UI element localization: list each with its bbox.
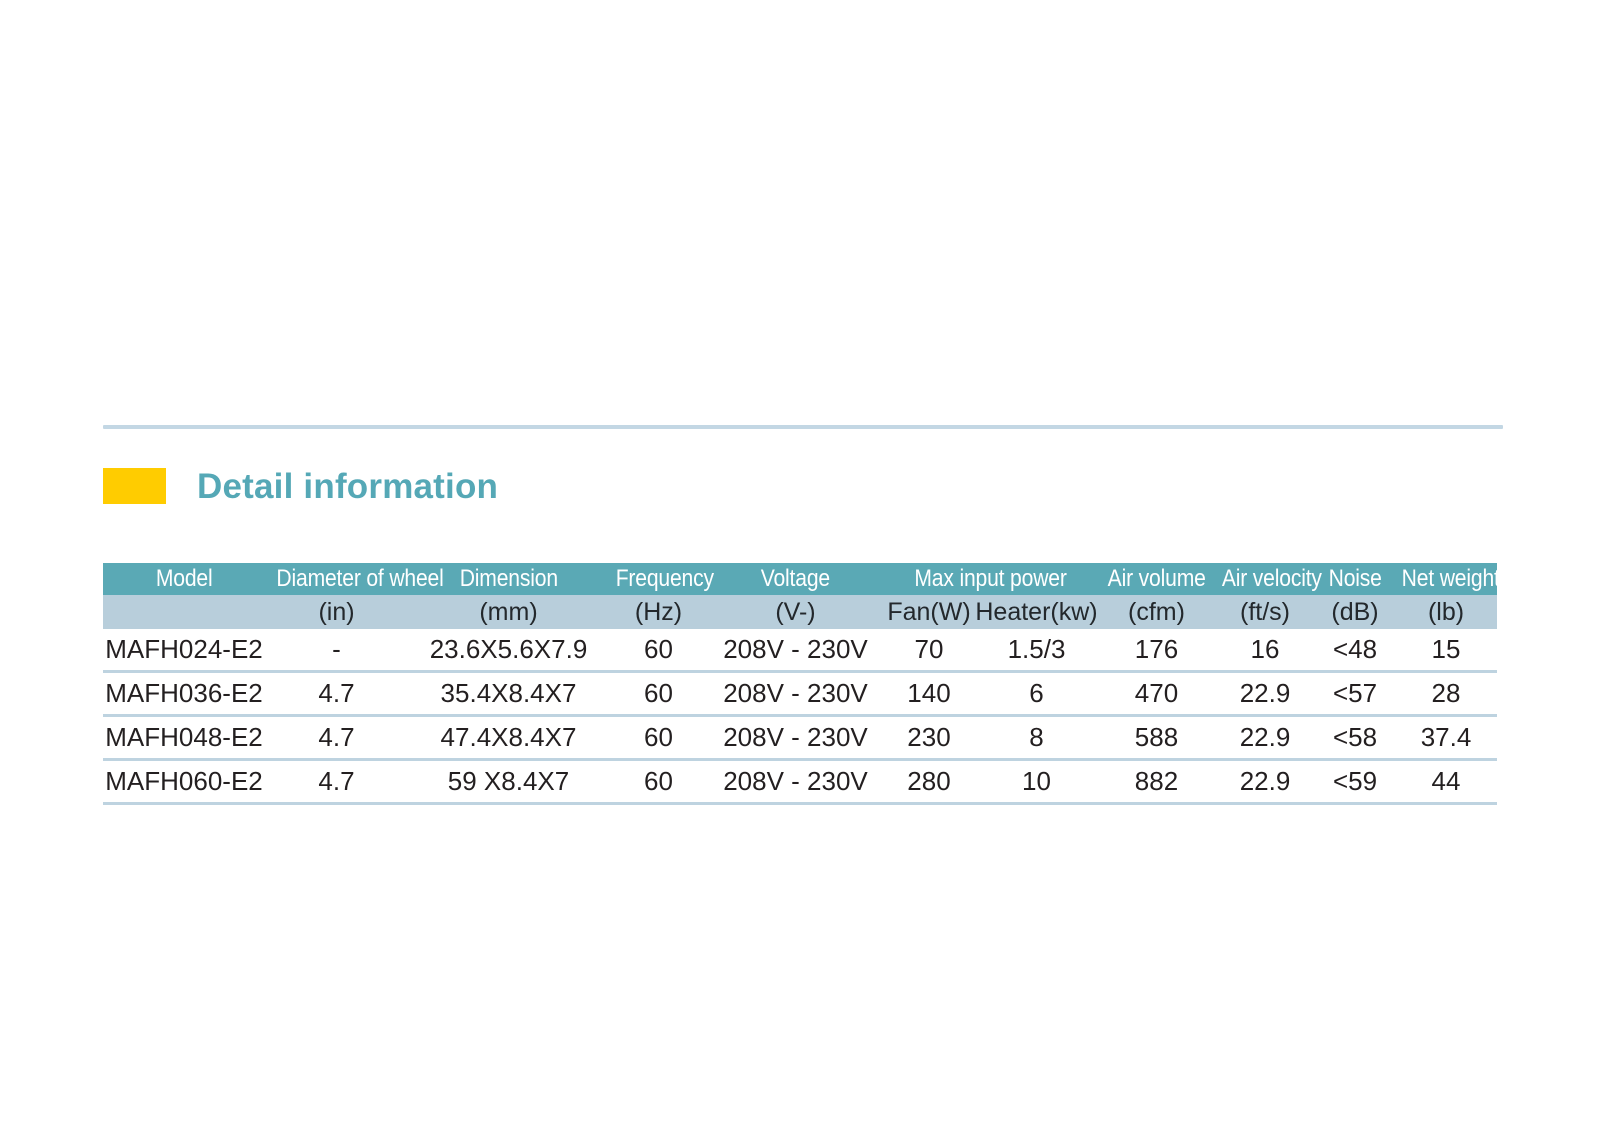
column-header-noise: Noise	[1315, 563, 1395, 595]
table-header-row-units: (in) (mm) (Hz) (V-) Fan(W) Heater(kw) (c…	[103, 595, 1497, 629]
cell-noise: <57	[1315, 671, 1395, 717]
cell-fan-power: 70	[883, 629, 975, 673]
cell-heater-power: 1.5/3	[975, 629, 1098, 673]
cell-model: MAFH048-E2	[103, 715, 265, 761]
column-header-air-velocity: Air velocity	[1215, 563, 1322, 595]
cell-air-volume: 176	[1098, 629, 1215, 673]
cell-heater-power: 8	[975, 715, 1098, 761]
cell-model: MAFH060-E2	[103, 759, 265, 805]
table-row: MAFH036-E2 4.7 35.4X8.4X7 60 208V - 230V…	[103, 671, 1497, 717]
cell-noise: <58	[1315, 715, 1395, 761]
cell-wheel: -	[265, 629, 408, 673]
unit-header-voltage: (V-)	[708, 595, 883, 629]
cell-dimension: 23.6X5.6X7.9	[408, 629, 609, 673]
column-header-air-volume: Air volume	[1098, 563, 1215, 595]
cell-model: MAFH024-E2	[103, 629, 265, 673]
column-header-net-weight: Net weight	[1395, 563, 1500, 595]
cell-air-volume: 588	[1098, 715, 1215, 761]
cell-model: MAFH036-E2	[103, 671, 265, 717]
cell-air-volume: 470	[1098, 671, 1215, 717]
table-row: MAFH048-E2 4.7 47.4X8.4X7 60 208V - 230V…	[103, 715, 1497, 761]
cell-air-velocity: 16	[1215, 629, 1315, 673]
cell-dimension: 47.4X8.4X7	[408, 715, 609, 761]
specification-table-container: Model Diameter of wheel Dimension Freque…	[103, 563, 1500, 805]
cell-fan-power: 230	[883, 715, 975, 761]
table-row: MAFH060-E2 4.7 59 X8.4X7 60 208V - 230V …	[103, 759, 1497, 805]
cell-net-weight: 15	[1395, 629, 1497, 673]
cell-air-velocity: 22.9	[1215, 759, 1315, 805]
table-header-row-group: Model Diameter of wheel Dimension Freque…	[103, 563, 1500, 595]
unit-header-diameter-of-wheel: (in)	[265, 595, 408, 629]
cell-dimension: 59 X8.4X7	[408, 759, 609, 805]
cell-heater-power: 6	[975, 671, 1098, 717]
table-row: MAFH024-E2 - 23.6X5.6X7.9 60 208V - 230V…	[103, 629, 1497, 673]
cell-dimension: 35.4X8.4X7	[408, 671, 609, 717]
cell-frequency: 60	[609, 671, 708, 717]
cell-fan-power: 280	[883, 759, 975, 805]
cell-air-velocity: 22.9	[1215, 671, 1315, 717]
column-header-diameter-of-wheel: Diameter of wheel	[265, 563, 444, 595]
cell-voltage: 208V - 230V	[708, 715, 883, 761]
cell-frequency: 60	[609, 629, 708, 673]
section-heading: Detail information	[103, 462, 498, 510]
column-header-max-input-power: Max input power	[883, 563, 1098, 595]
column-header-model: Model	[103, 563, 265, 595]
cell-voltage: 208V - 230V	[708, 671, 883, 717]
cell-air-volume: 882	[1098, 759, 1215, 805]
page-title: Detail information	[197, 466, 499, 506]
unit-header-model	[103, 595, 265, 629]
unit-header-air-velocity: (ft/s)	[1215, 595, 1315, 629]
unit-header-heater-power: Heater(kw)	[975, 595, 1098, 629]
unit-header-net-weight: (lb)	[1395, 595, 1497, 629]
cell-net-weight: 37.4	[1395, 715, 1497, 761]
cell-noise: <59	[1315, 759, 1395, 805]
cell-heater-power: 10	[975, 759, 1098, 805]
unit-header-frequency: (Hz)	[609, 595, 708, 629]
unit-header-noise: (dB)	[1315, 595, 1395, 629]
cell-voltage: 208V - 230V	[708, 629, 883, 673]
cell-air-velocity: 22.9	[1215, 715, 1315, 761]
cell-net-weight: 28	[1395, 671, 1497, 717]
column-header-voltage: Voltage	[708, 563, 883, 595]
cell-wheel: 4.7	[265, 671, 408, 717]
cell-wheel: 4.7	[265, 759, 408, 805]
unit-header-air-volume: (cfm)	[1098, 595, 1215, 629]
cell-voltage: 208V - 230V	[708, 759, 883, 805]
cell-fan-power: 140	[883, 671, 975, 717]
cell-frequency: 60	[609, 759, 708, 805]
top-divider-rule	[103, 425, 1503, 429]
unit-header-dimension: (mm)	[408, 595, 609, 629]
cell-frequency: 60	[609, 715, 708, 761]
specification-table: Model Diameter of wheel Dimension Freque…	[103, 563, 1500, 805]
cell-noise: <48	[1315, 629, 1395, 673]
heading-swatch	[103, 468, 166, 504]
unit-header-fan-power: Fan(W)	[883, 595, 975, 629]
cell-wheel: 4.7	[265, 715, 408, 761]
column-header-frequency: Frequency	[609, 563, 714, 595]
document-page: Detail information Model Diameter of whe…	[0, 0, 1600, 1132]
cell-net-weight: 44	[1395, 759, 1497, 805]
